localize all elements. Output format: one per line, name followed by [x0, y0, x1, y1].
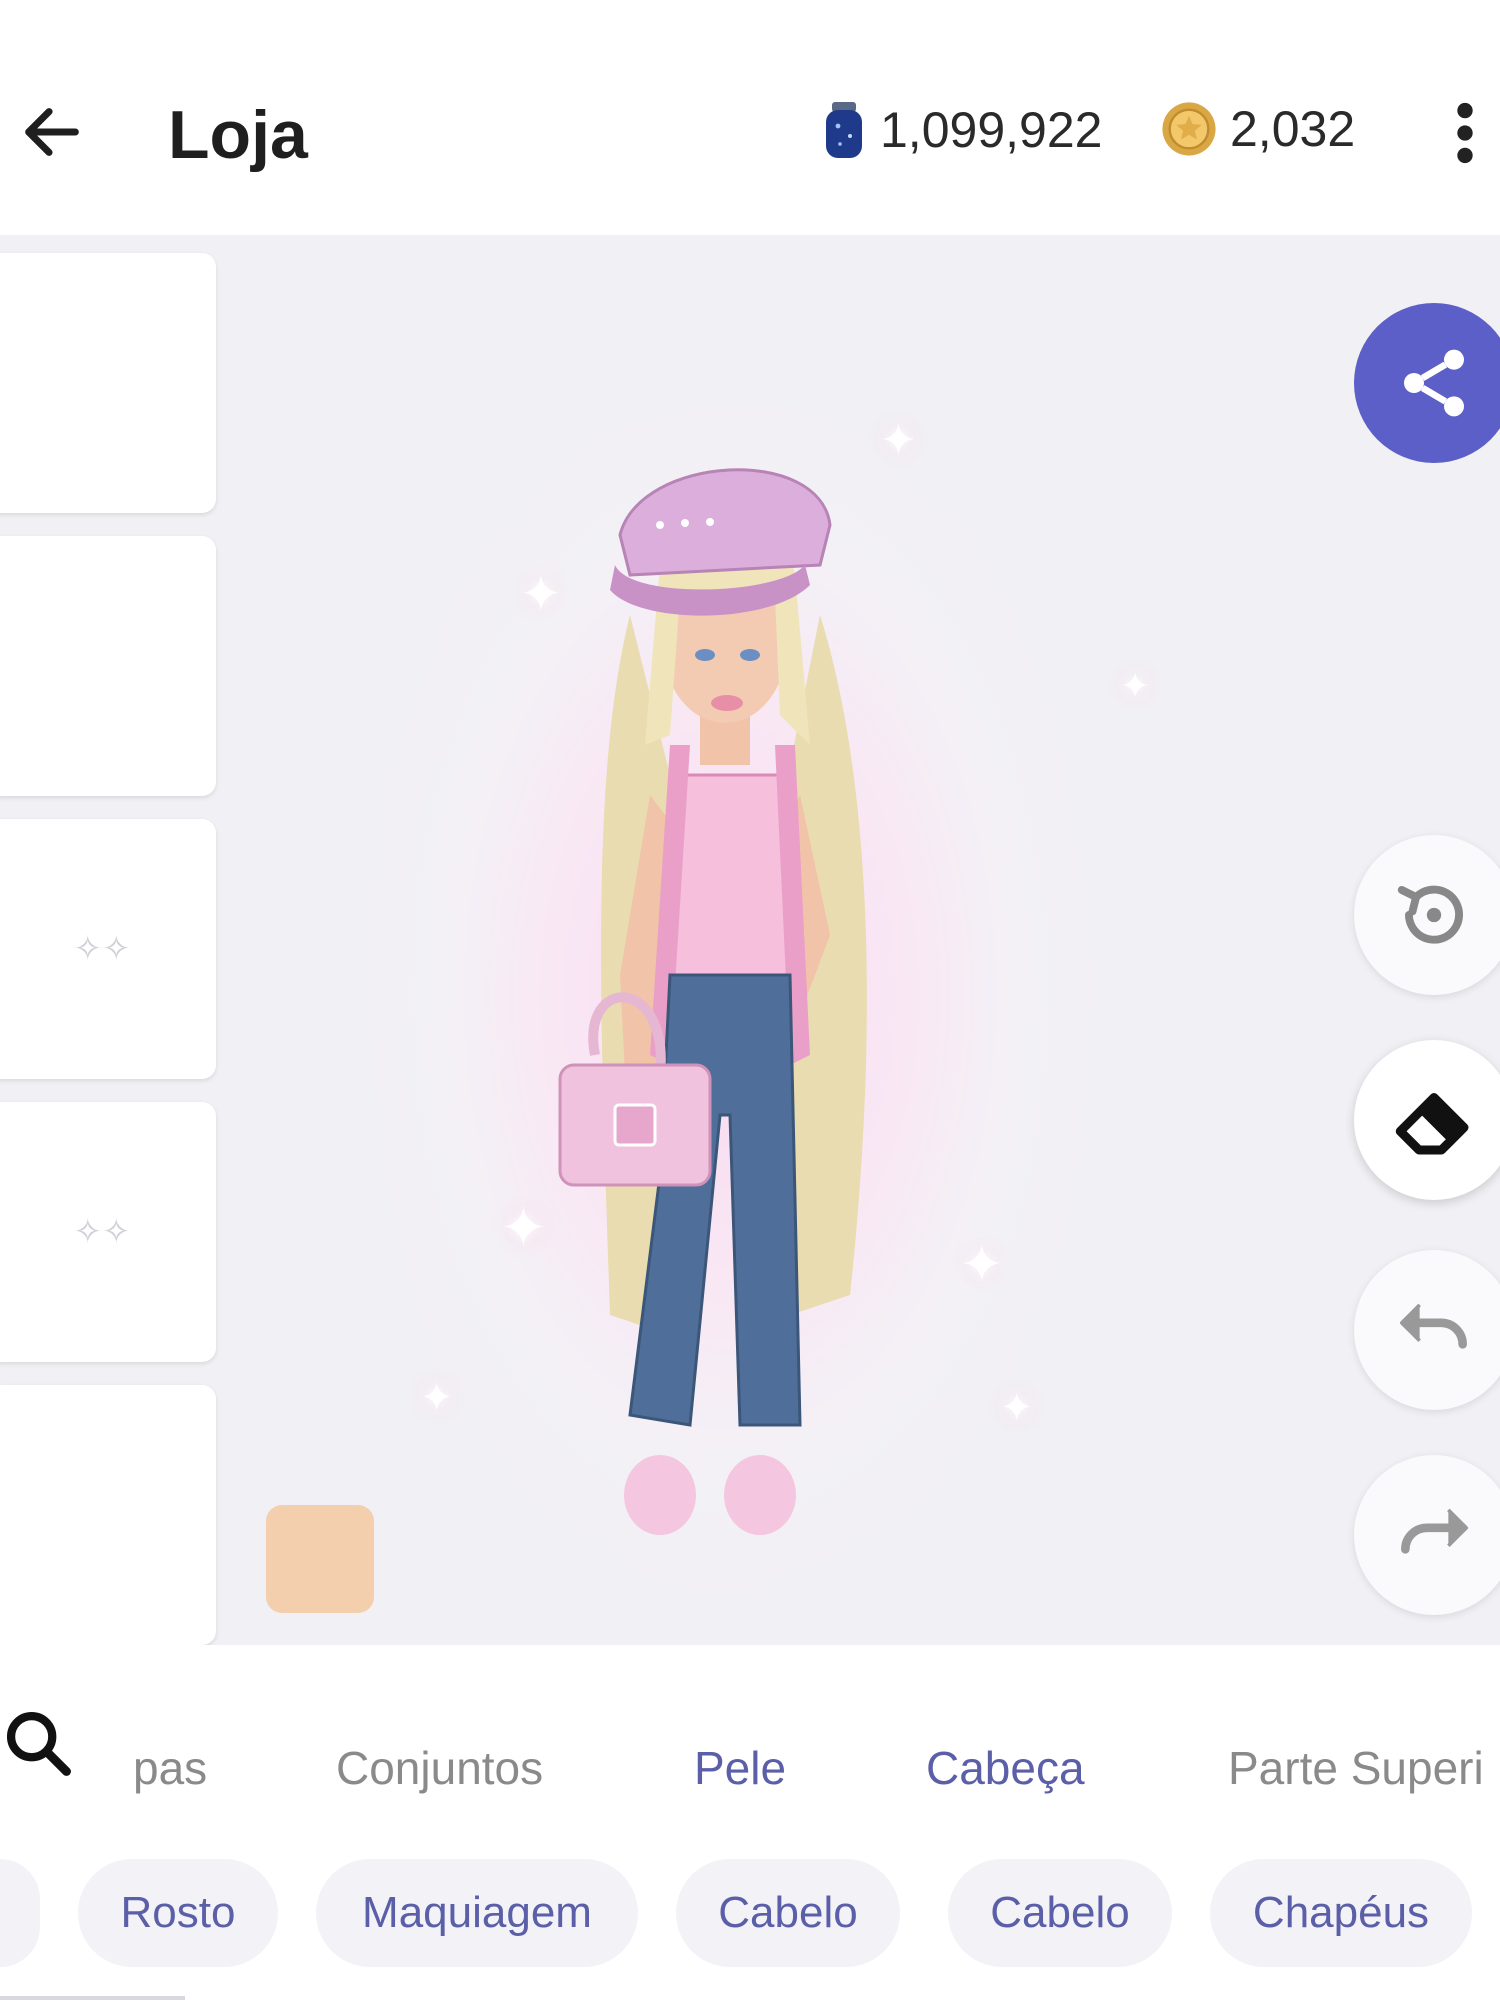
reset-button[interactable] — [1354, 835, 1500, 995]
eraser-button[interactable] — [1354, 1040, 1500, 1200]
scroll-indicator — [0, 1996, 185, 2000]
tab-pele[interactable]: Pele — [694, 1741, 786, 1795]
sparkle: ✦ — [420, 1376, 454, 1420]
skin-color-swatch[interactable] — [266, 1505, 374, 1613]
chip-partial[interactable] — [0, 1859, 40, 1967]
gem-jar-icon — [826, 102, 862, 158]
sparkle: ✦ — [1000, 1386, 1034, 1430]
gems-value: 1,099,922 — [880, 102, 1103, 158]
sparkle-icon: ✧✧ — [73, 930, 131, 968]
top-bar: Loja 1,099,922 2,032 — [0, 0, 1500, 235]
chip-chapeus[interactable]: Chapéus — [1210, 1859, 1472, 1967]
tab-cabeca[interactable]: Cabeça — [926, 1741, 1085, 1795]
item-thumbnail[interactable]: ✧✧ — [0, 819, 216, 1079]
chip-cabelo-2[interactable]: Cabelo — [948, 1859, 1172, 1967]
sparkle: ✦ — [960, 1236, 1004, 1294]
coins-balance[interactable]: 2,032 — [1160, 100, 1355, 158]
redo-icon — [1401, 1508, 1469, 1554]
category-tabs: pas Conjuntos Pele Cabeça Parte Superi — [0, 1645, 1500, 1815]
reset-icon — [1397, 885, 1463, 944]
search-icon — [6, 1711, 71, 1776]
search-button[interactable] — [0, 1705, 80, 1785]
share-icon — [1404, 349, 1464, 417]
tab-partial[interactable]: pas — [133, 1741, 207, 1795]
undo-icon — [1399, 1303, 1467, 1349]
item-thumbnail[interactable]: ✧✧ — [0, 1102, 216, 1362]
item-thumbnail[interactable] — [0, 253, 216, 513]
subcategory-chips: Rosto Maquiagem Cabelo Cabelo Chapéus — [0, 1815, 1500, 2000]
more-vertical-icon — [1457, 102, 1473, 164]
avatar-figure — [558, 468, 867, 1535]
item-thumbnail[interactable] — [0, 536, 216, 796]
more-options-button[interactable] — [1440, 98, 1490, 168]
coin-icon — [1162, 102, 1216, 156]
chip-rosto[interactable]: Rosto — [78, 1859, 278, 1967]
share-button[interactable] — [1354, 303, 1500, 463]
avatar-stage: ✦ ✦ ✦ ✦ ✦ ✦ ✦ ✧✧ ✧✧ — [0, 235, 1500, 1645]
arrow-left-icon — [25, 108, 79, 156]
chip-maquiagem[interactable]: Maquiagem — [316, 1859, 638, 1967]
page-title: Loja — [168, 97, 308, 173]
back-button[interactable] — [12, 92, 92, 172]
sparkle-icon: ✧✧ — [73, 1213, 131, 1251]
undo-button[interactable] — [1354, 1250, 1500, 1410]
item-thumbnail[interactable] — [0, 1385, 216, 1645]
redo-button[interactable] — [1354, 1455, 1500, 1615]
chip-cabelo[interactable]: Cabelo — [676, 1859, 900, 1967]
tab-conjuntos[interactable]: Conjuntos — [336, 1741, 543, 1795]
tab-parte-superior[interactable]: Parte Superi — [1228, 1741, 1484, 1795]
eraser-icon — [1395, 1093, 1469, 1155]
coins-value: 2,032 — [1230, 101, 1356, 157]
gems-balance[interactable]: 1,099,922 — [820, 100, 1102, 160]
sparkle: ✦ — [1120, 665, 1151, 706]
